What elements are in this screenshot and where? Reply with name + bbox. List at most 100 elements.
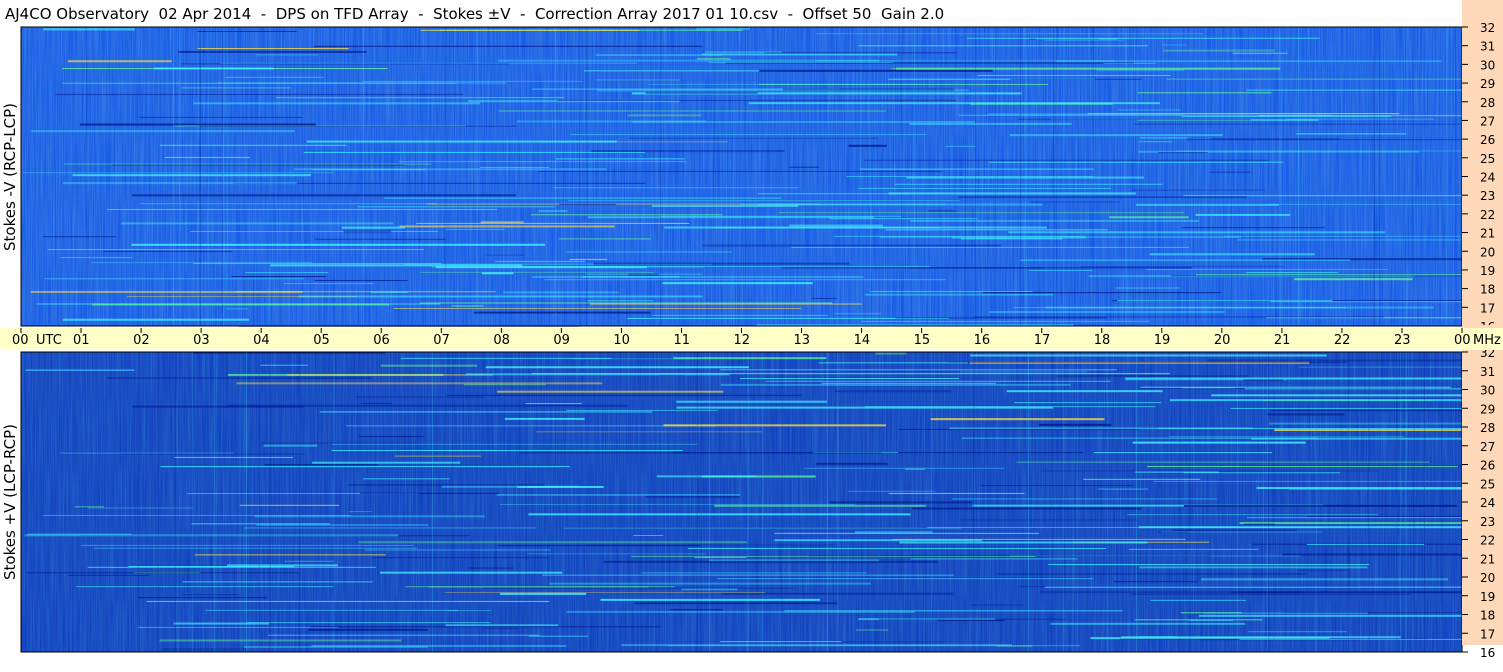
streak xyxy=(1131,189,1266,191)
spike xyxy=(445,27,447,326)
time-tick-label: 08 xyxy=(493,333,510,348)
streak xyxy=(197,48,349,50)
streak xyxy=(74,506,104,508)
streak xyxy=(1306,543,1425,545)
streak xyxy=(970,604,1024,606)
streak xyxy=(43,236,117,238)
streak xyxy=(76,586,334,588)
spike xyxy=(643,27,645,326)
spike xyxy=(1412,27,1414,326)
spike xyxy=(713,27,715,326)
spike xyxy=(1455,27,1457,326)
spike xyxy=(860,27,862,326)
streak xyxy=(500,592,587,595)
spike xyxy=(200,27,202,326)
streak xyxy=(1039,591,1299,594)
streak xyxy=(875,352,907,355)
spike xyxy=(239,352,241,652)
spike xyxy=(931,352,933,652)
spike xyxy=(1446,27,1448,326)
streak xyxy=(441,485,579,488)
spike xyxy=(744,27,746,326)
spike xyxy=(243,352,245,652)
streak xyxy=(688,547,1107,549)
freq-tick-label: 20 xyxy=(1480,245,1495,259)
streak xyxy=(347,483,545,486)
streak xyxy=(634,602,837,605)
spike xyxy=(476,27,478,326)
spike xyxy=(432,352,434,652)
streak xyxy=(1223,235,1462,237)
streak xyxy=(1186,139,1462,141)
streak xyxy=(967,37,1320,39)
spike xyxy=(420,352,422,652)
streak xyxy=(1093,452,1273,454)
streak xyxy=(899,541,1148,544)
spike xyxy=(1107,352,1109,652)
streak xyxy=(247,622,491,624)
spike xyxy=(174,352,176,652)
streak xyxy=(1139,137,1188,139)
streak xyxy=(1243,523,1275,525)
streak xyxy=(898,428,1140,430)
spike xyxy=(696,352,698,652)
streak xyxy=(219,62,638,64)
streak xyxy=(1113,581,1197,583)
streak xyxy=(451,305,484,307)
freq-tick-label: 24 xyxy=(1480,496,1495,510)
streak xyxy=(482,272,514,275)
spike xyxy=(1268,352,1270,652)
streak xyxy=(600,598,821,601)
streak xyxy=(951,498,1217,500)
streak xyxy=(1271,410,1462,412)
streak xyxy=(937,620,1006,622)
spike xyxy=(157,352,159,652)
streak xyxy=(1181,115,1392,117)
freq-tick-label: 30 xyxy=(1480,384,1495,398)
streak xyxy=(1008,231,1385,234)
streak xyxy=(121,453,305,455)
streak xyxy=(538,170,943,172)
spike xyxy=(1189,352,1191,652)
spike xyxy=(1193,352,1195,652)
streak xyxy=(1182,227,1325,229)
spectrogram-panel-top xyxy=(20,26,1463,327)
streak xyxy=(1010,78,1143,80)
freq-tick-label: 24 xyxy=(1480,171,1495,185)
spike xyxy=(955,27,957,326)
streak xyxy=(526,553,706,555)
streak xyxy=(532,275,864,278)
streak xyxy=(1163,49,1275,52)
streak xyxy=(254,515,485,518)
spike xyxy=(975,27,977,326)
streak xyxy=(629,137,878,139)
streak xyxy=(331,443,698,445)
spike xyxy=(1396,352,1398,652)
freq-tick-label: 31 xyxy=(1480,365,1495,379)
streak xyxy=(67,60,172,63)
streak xyxy=(701,53,898,56)
spike xyxy=(503,27,505,326)
streak xyxy=(239,504,340,506)
time-tick-label: 03 xyxy=(193,333,210,348)
streak xyxy=(256,524,429,526)
streak xyxy=(708,61,894,63)
streak xyxy=(364,549,551,551)
streak xyxy=(503,291,619,294)
streak xyxy=(444,591,765,593)
streak xyxy=(1139,526,1462,529)
streak xyxy=(372,557,549,559)
streak xyxy=(821,382,997,384)
streak xyxy=(645,495,740,498)
streak xyxy=(355,396,484,398)
streak xyxy=(757,193,910,195)
streak xyxy=(314,238,447,240)
spike xyxy=(1373,27,1375,326)
streak xyxy=(25,369,135,371)
streak xyxy=(834,390,952,393)
streak xyxy=(774,532,1039,534)
streak xyxy=(928,210,957,212)
streak xyxy=(495,260,586,262)
streak xyxy=(516,266,931,268)
streak xyxy=(146,600,550,602)
